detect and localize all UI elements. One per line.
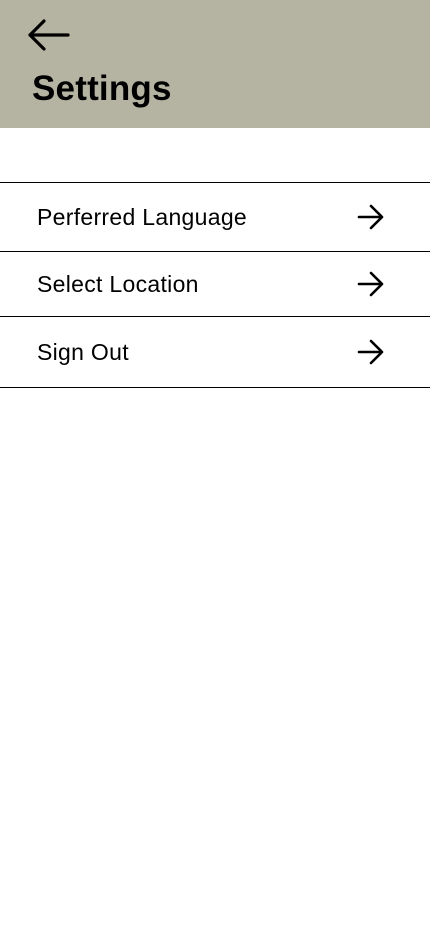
arrow-right-icon bbox=[356, 202, 386, 232]
menu-item-select-location[interactable]: Select Location bbox=[0, 251, 430, 316]
menu-item-label: Perferred Language bbox=[37, 203, 247, 230]
menu-item-preferred-language[interactable]: Perferred Language bbox=[0, 182, 430, 251]
arrow-right-icon bbox=[356, 269, 386, 299]
menu-item-label: Select Location bbox=[37, 270, 199, 297]
settings-screen: Settings Perferred Language Select Locat… bbox=[0, 0, 430, 932]
back-button[interactable] bbox=[22, 14, 74, 56]
settings-menu: Perferred Language Select Location Sign … bbox=[0, 182, 430, 388]
menu-item-label: Sign Out bbox=[37, 338, 129, 365]
arrow-right-icon bbox=[356, 337, 386, 367]
page-title: Settings bbox=[32, 69, 172, 108]
header-bar: Settings bbox=[0, 0, 430, 128]
arrow-left-icon bbox=[26, 19, 70, 51]
menu-item-sign-out[interactable]: Sign Out bbox=[0, 316, 430, 388]
